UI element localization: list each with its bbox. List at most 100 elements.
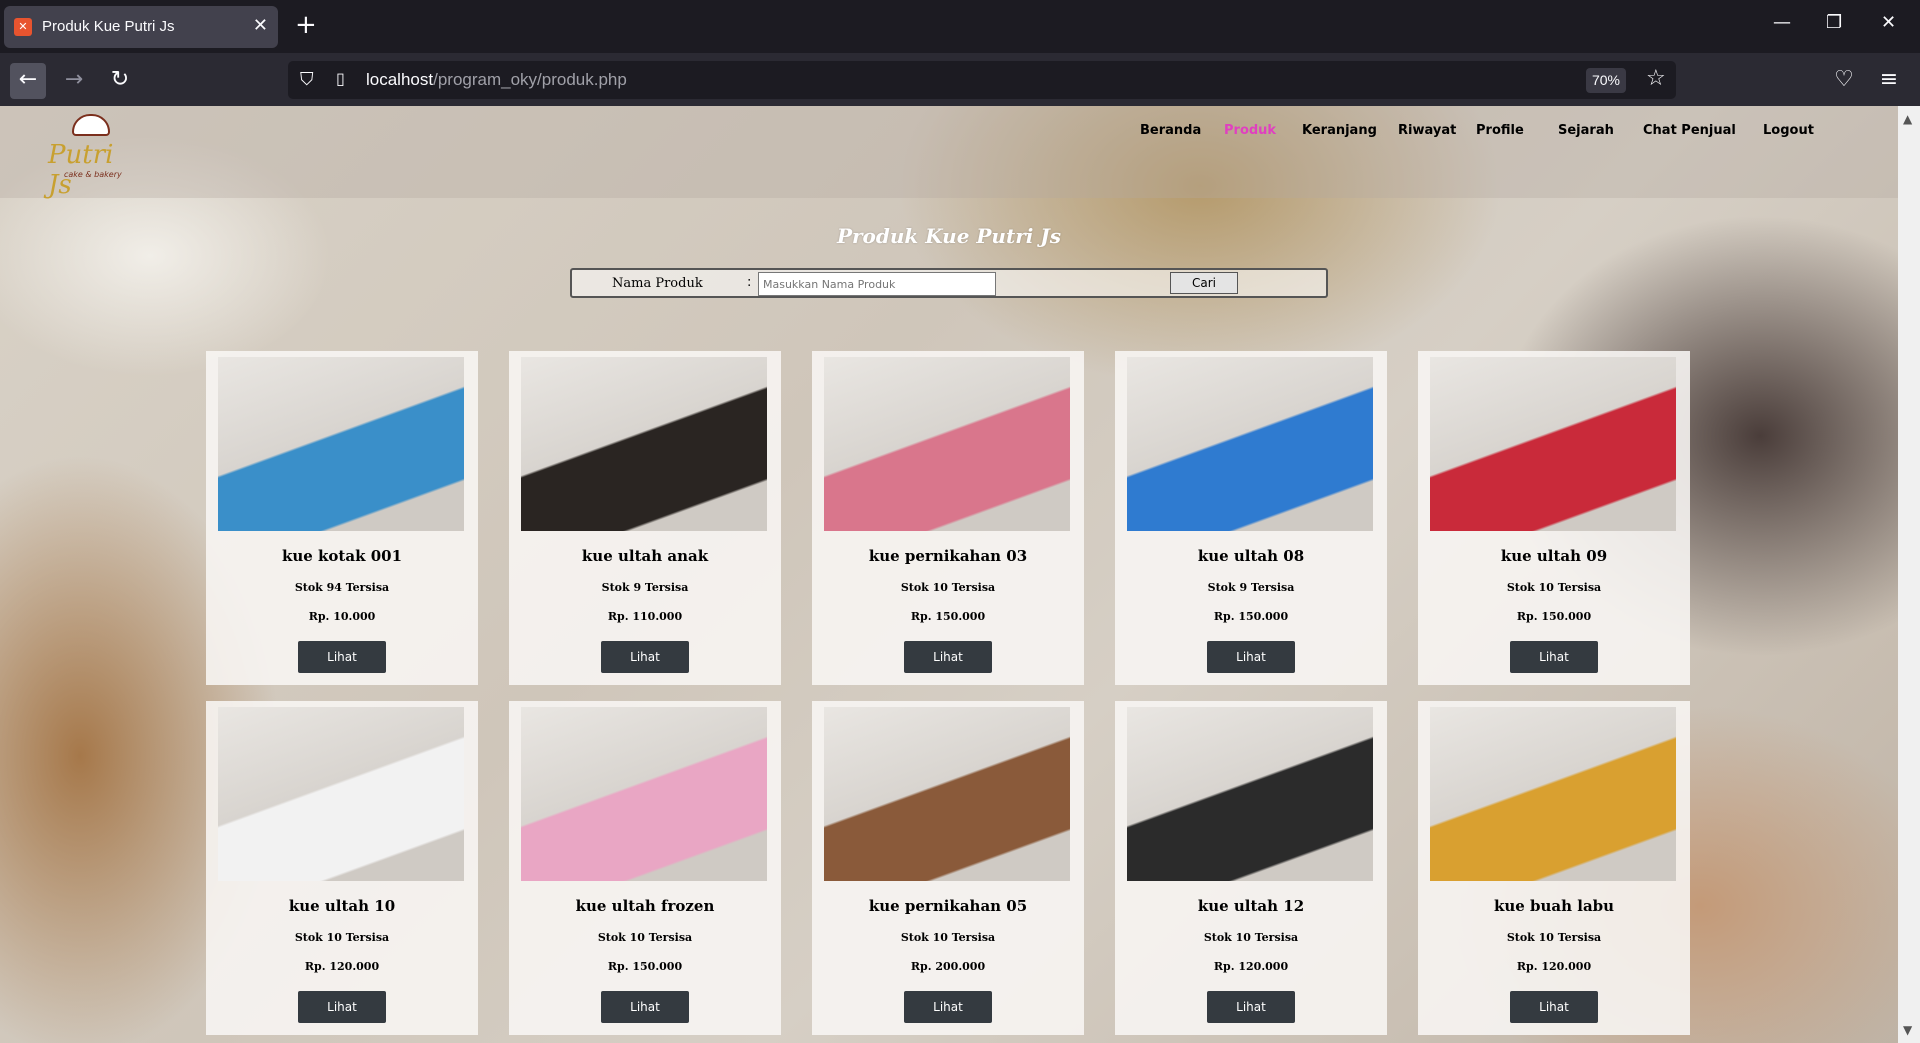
- pocket-icon[interactable]: ♡: [1826, 63, 1862, 99]
- page-viewport: Putri Js cake & bakery Beranda Produk Kera…: [0, 106, 1898, 1043]
- product-price: Rp. 120.000: [1213, 960, 1289, 973]
- product-name: kue pernikahan 05: [868, 897, 1028, 915]
- product-name: kue ultah 12: [1197, 897, 1305, 915]
- product-stock: Stok 9 Tersisa: [1207, 581, 1295, 594]
- nav-beranda[interactable]: Beranda: [1140, 123, 1201, 138]
- product-card: kue pernikahan 03 Stok 10 Tersisa Rp. 150.…: [812, 351, 1084, 685]
- xampp-favicon-icon: ✕: [14, 18, 32, 36]
- product-card: kue ultah 10 Stok 10 Tersisa Rp. 120.000 Li…: [206, 701, 478, 1035]
- product-card: kue ultah 09 Stok 10 Tersisa Rp. 150.000 Li…: [1418, 351, 1690, 685]
- shield-icon[interactable]: ⛉: [300, 69, 314, 90]
- url-host: localhost: [366, 70, 434, 89]
- product-stock: Stok 10 Tersisa: [1203, 931, 1299, 944]
- product-stock: Stok 10 Tersisa: [1506, 931, 1602, 944]
- product-price: Rp. 150.000: [1213, 610, 1289, 623]
- tab-title: Produk Kue Putri Js: [42, 18, 175, 35]
- product-card: kue buah labu Stok 10 Tersisa Rp. 120.000 L…: [1418, 701, 1690, 1035]
- reload-icon[interactable]: ↻: [102, 63, 138, 99]
- product-stock: Stok 10 Tersisa: [294, 931, 390, 944]
- scroll-up-icon[interactable]: ▲: [1903, 112, 1912, 126]
- product-image[interactable]: [218, 707, 464, 881]
- url-bar[interactable]: ⛉ ▯ localhost/program_oky/produk.php 70%…: [288, 61, 1676, 99]
- browser-tab[interactable]: ✕ Produk Kue Putri Js ✕: [4, 6, 278, 48]
- product-image[interactable]: [1127, 707, 1373, 881]
- page-title: Produk Kue Putri Js: [836, 224, 1062, 248]
- site-header: Putri Js cake & bakery Beranda Produk Kera…: [0, 106, 1898, 200]
- search-colon: :: [747, 275, 752, 290]
- product-card: kue ultah 12 Stok 10 Tersisa Rp. 120.000 Li…: [1115, 701, 1387, 1035]
- product-stock: Stok 9 Tersisa: [601, 581, 689, 594]
- product-stock: Stok 10 Tersisa: [900, 931, 996, 944]
- product-stock: Stok 10 Tersisa: [900, 581, 996, 594]
- view-product-button[interactable]: Lihat: [298, 641, 386, 673]
- product-image[interactable]: [521, 707, 767, 881]
- product-card: kue kotak 001 Stok 94 Tersisa Rp. 10.000 Li…: [206, 351, 478, 685]
- zoom-indicator[interactable]: 70%: [1586, 68, 1626, 93]
- search-input[interactable]: [758, 272, 996, 296]
- close-tab-icon[interactable]: ✕: [253, 15, 268, 36]
- logo-subtext: cake & bakery: [64, 170, 122, 179]
- nav-riwayat[interactable]: Riwayat: [1398, 123, 1456, 138]
- product-stock: Stok 94 Tersisa: [294, 581, 390, 594]
- minimize-icon[interactable]: —: [1773, 12, 1791, 33]
- product-card: kue ultah anak Stok 9 Tersisa Rp. 110.000 L…: [509, 351, 781, 685]
- view-product-button[interactable]: Lihat: [298, 991, 386, 1023]
- search-form: Nama Produk : Cari: [570, 268, 1328, 298]
- product-name: kue ultah 09: [1500, 547, 1608, 565]
- product-price: Rp. 150.000: [607, 960, 683, 973]
- browser-tabbar: ✕ Produk Kue Putri Js ✕ + — ❐ ✕: [0, 0, 1920, 53]
- view-product-button[interactable]: Lihat: [601, 641, 689, 673]
- product-image[interactable]: [1430, 707, 1676, 881]
- page-scrollbar[interactable]: ▲ ▼: [1898, 106, 1920, 1043]
- nav-profile[interactable]: Profile: [1476, 123, 1524, 138]
- product-name: kue ultah 10: [288, 897, 396, 915]
- search-label: Nama Produk: [612, 276, 703, 291]
- nav-sejarah[interactable]: Sejarah: [1558, 123, 1614, 138]
- restore-icon[interactable]: ❐: [1826, 12, 1842, 33]
- product-name: kue ultah anak: [581, 547, 709, 565]
- product-image[interactable]: [1127, 357, 1373, 531]
- url-text[interactable]: localhost/program_oky/produk.php: [366, 70, 627, 90]
- product-image[interactable]: [824, 707, 1070, 881]
- product-stock: Stok 10 Tersisa: [1506, 581, 1602, 594]
- product-price: Rp. 120.000: [304, 960, 380, 973]
- product-stock: Stok 10 Tersisa: [597, 931, 693, 944]
- view-product-button[interactable]: Lihat: [1510, 641, 1598, 673]
- product-name: kue pernikahan 03: [868, 547, 1028, 565]
- nav-chat-penjual[interactable]: Chat Penjual: [1643, 123, 1736, 138]
- view-product-button[interactable]: Lihat: [601, 991, 689, 1023]
- back-icon[interactable]: ←: [10, 63, 46, 99]
- view-product-button[interactable]: Lihat: [904, 641, 992, 673]
- product-image[interactable]: [824, 357, 1070, 531]
- product-price: Rp. 150.000: [910, 610, 986, 623]
- forward-icon[interactable]: →: [56, 63, 92, 99]
- product-price: Rp. 120.000: [1516, 960, 1592, 973]
- product-image[interactable]: [218, 357, 464, 531]
- new-tab-icon[interactable]: +: [295, 12, 317, 38]
- product-price: Rp. 200.000: [910, 960, 986, 973]
- product-image[interactable]: [1430, 357, 1676, 531]
- product-name: kue buah labu: [1493, 897, 1615, 915]
- url-path: /program_oky/produk.php: [433, 70, 627, 89]
- product-name: kue kotak 001: [281, 547, 403, 565]
- product-image[interactable]: [521, 357, 767, 531]
- nav-keranjang[interactable]: Keranjang: [1302, 123, 1377, 138]
- view-product-button[interactable]: Lihat: [1207, 991, 1295, 1023]
- product-price: Rp. 10.000: [308, 610, 376, 623]
- chef-hat-icon: [72, 114, 110, 136]
- product-price: Rp. 110.000: [607, 610, 683, 623]
- site-logo[interactable]: Putri Js cake & bakery: [42, 114, 142, 200]
- nav-logout[interactable]: Logout: [1763, 123, 1814, 138]
- product-card: kue ultah frozen Stok 10 Tersisa Rp. 150.0…: [509, 701, 781, 1035]
- bookmark-star-icon[interactable]: ☆: [1646, 66, 1666, 91]
- close-window-icon[interactable]: ✕: [1881, 12, 1896, 33]
- nav-produk[interactable]: Produk: [1224, 123, 1276, 138]
- view-product-button[interactable]: Lihat: [1207, 641, 1295, 673]
- product-name: kue ultah frozen: [575, 897, 715, 915]
- search-button[interactable]: Cari: [1170, 272, 1238, 294]
- menu-icon[interactable]: ≡: [1871, 63, 1907, 99]
- view-product-button[interactable]: Lihat: [904, 991, 992, 1023]
- scroll-down-icon[interactable]: ▼: [1903, 1023, 1912, 1037]
- view-product-button[interactable]: Lihat: [1510, 991, 1598, 1023]
- product-name: kue ultah 08: [1197, 547, 1305, 565]
